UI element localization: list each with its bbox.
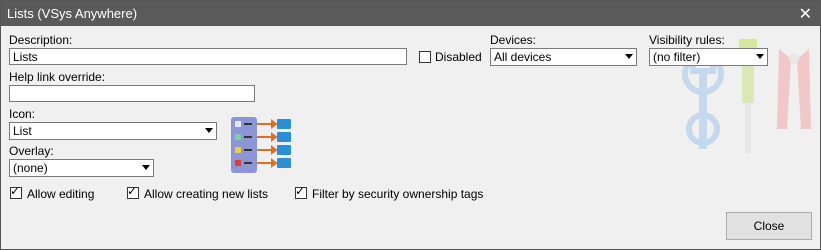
devices-label: Devices: bbox=[490, 33, 537, 47]
close-button[interactable]: Close bbox=[726, 212, 812, 240]
help-link-field[interactable] bbox=[9, 85, 255, 102]
overlay-label: Overlay: bbox=[9, 144, 54, 158]
filter-tags-label: Filter by security ownership tags bbox=[312, 187, 484, 201]
overlay-value: (none) bbox=[13, 161, 48, 175]
title-bar[interactable]: Lists (VSys Anywhere) ✕ bbox=[1, 1, 820, 26]
visibility-rules-value: (no filter) bbox=[653, 50, 701, 64]
description-field[interactable]: Lists bbox=[9, 48, 407, 65]
chevron-down-icon bbox=[205, 128, 213, 133]
icon-value: List bbox=[13, 124, 32, 138]
disabled-checkbox[interactable] bbox=[419, 51, 431, 63]
chevron-down-icon bbox=[756, 54, 764, 59]
checkmark-icon: ✓ bbox=[10, 184, 21, 198]
visibility-rules-label: Visibility rules: bbox=[649, 33, 725, 47]
chevron-down-icon bbox=[625, 54, 633, 59]
devices-value: All devices bbox=[494, 50, 552, 64]
chevron-down-icon bbox=[142, 165, 150, 170]
window-title: Lists (VSys Anywhere) bbox=[7, 6, 138, 21]
allow-editing-checkbox[interactable]: ✓ bbox=[10, 184, 22, 199]
close-icon[interactable]: ✕ bbox=[799, 4, 812, 24]
filter-tags-checkbox[interactable]: ✓ bbox=[295, 184, 307, 199]
devices-select[interactable]: All devices bbox=[490, 48, 637, 66]
icon-select[interactable]: List bbox=[9, 122, 217, 140]
description-label: Description: bbox=[9, 33, 73, 47]
icon-label: Icon: bbox=[9, 107, 36, 121]
dialog-window: Lists (VSys Anywhere) ✕ Description: Lis… bbox=[0, 0, 821, 250]
checkmark-icon: ✓ bbox=[295, 184, 306, 198]
disabled-label: Disabled bbox=[435, 50, 482, 64]
allow-editing-label: Allow editing bbox=[27, 187, 95, 201]
overlay-select[interactable]: (none) bbox=[9, 159, 154, 177]
list-preview-icon bbox=[231, 117, 291, 173]
visibility-rules-select[interactable]: (no filter) bbox=[649, 48, 768, 66]
allow-creating-checkbox[interactable]: ✓ bbox=[127, 184, 139, 199]
checkmark-icon: ✓ bbox=[127, 184, 138, 198]
allow-creating-label: Allow creating new lists bbox=[144, 187, 269, 201]
help-link-label: Help link override: bbox=[9, 70, 106, 84]
